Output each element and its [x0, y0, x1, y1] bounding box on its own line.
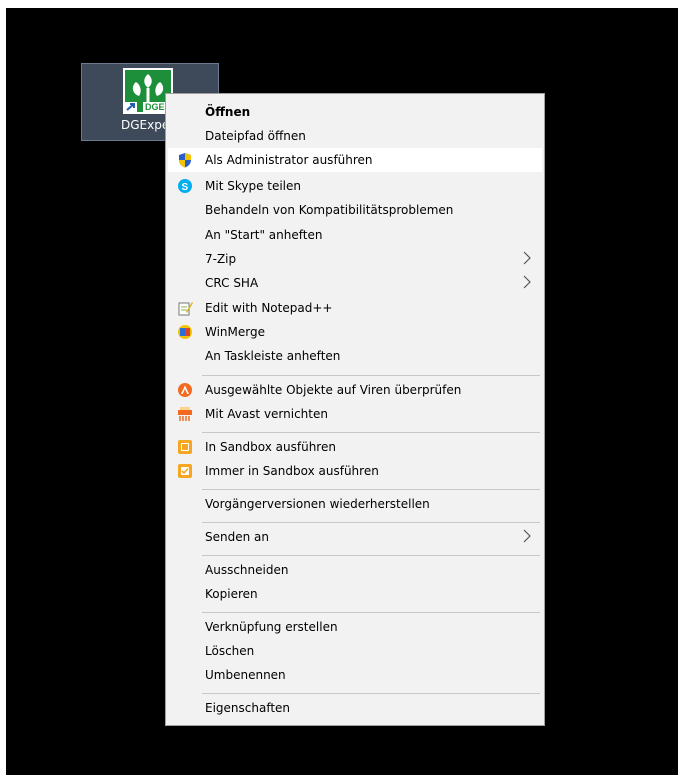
menu-item-dateipfad-oeffnen[interactable]: Dateipfad öffnen: [168, 124, 542, 148]
menu-item-7zip[interactable]: 7-Zip: [168, 247, 542, 271]
menu-item-label: Löschen: [205, 644, 255, 658]
menu-item-label: WinMerge: [205, 325, 265, 339]
chevron-right-icon: [523, 529, 531, 543]
menu-separator: [202, 432, 540, 433]
menu-item-label: Verknüpfung erstellen: [205, 620, 338, 634]
sandbox-icon: [178, 440, 192, 454]
shredder-icon: [178, 407, 192, 421]
menu-item-label: Als Administrator ausführen: [205, 153, 373, 167]
menu-item-vorgaengerversionen[interactable]: Vorgängerversionen wiederherstellen: [168, 492, 542, 516]
menu-item-avast-vernichten[interactable]: Mit Avast vernichten: [168, 402, 542, 426]
menu-item-als-administrator[interactable]: Als Administrator ausführen: [168, 148, 542, 172]
chevron-right-icon: [523, 275, 531, 289]
sandbox-check-icon: [178, 464, 192, 478]
menu-item-label: In Sandbox ausführen: [205, 440, 336, 454]
menu-item-label: CRC SHA: [205, 276, 259, 290]
menu-item-label: Umbenennen: [205, 668, 286, 682]
notepadpp-icon: [178, 302, 193, 316]
menu-item-label: Kopieren: [205, 587, 258, 601]
menu-item-an-taskleiste[interactable]: An Taskleiste anheften: [168, 344, 542, 368]
menu-item-crc-sha[interactable]: CRC SHA: [168, 271, 542, 295]
uac-shield-icon: [179, 153, 191, 168]
menu-item-label: Edit with Notepad++: [205, 301, 333, 315]
menu-item-ausschneiden[interactable]: Ausschneiden: [168, 558, 542, 582]
menu-item-kopieren[interactable]: Kopieren: [168, 582, 542, 606]
menu-item-oeffnen[interactable]: Öffnen: [168, 100, 542, 124]
context-menu[interactable]: Öffnen Dateipfad öffnen Als Administrato…: [165, 93, 545, 726]
menu-separator: [202, 612, 540, 613]
skype-icon: S: [178, 179, 192, 193]
avast-icon: [178, 383, 192, 397]
menu-item-label: An "Start" anheften: [205, 228, 323, 242]
menu-item-loeschen[interactable]: Löschen: [168, 639, 542, 663]
menu-item-eigenschaften[interactable]: Eigenschaften: [168, 696, 542, 720]
menu-item-label: Senden an: [205, 530, 269, 544]
desktop-icon-label: DGExpe: [121, 118, 170, 132]
chevron-right-icon: [523, 251, 531, 265]
menu-item-label: Eigenschaften: [205, 701, 291, 715]
svg-text:S: S: [182, 182, 189, 193]
menu-separator: [202, 693, 540, 694]
menu-separator: [202, 489, 540, 490]
menu-item-label: Ausschneiden: [205, 563, 289, 577]
menu-item-immer-sandbox[interactable]: Immer in Sandbox ausführen: [168, 459, 542, 483]
menu-item-umbenennen[interactable]: Umbenennen: [168, 663, 542, 687]
menu-item-kompatibilitaet[interactable]: Behandeln von Kompatibilitätsproblemen: [168, 198, 542, 222]
menu-item-avast-scan[interactable]: Ausgewählte Objekte auf Viren überprüfen: [168, 378, 542, 402]
menu-item-senden-an[interactable]: Senden an: [168, 525, 542, 549]
menu-item-label: An Taskleiste anheften: [205, 349, 341, 363]
menu-item-label: Ausgewählte Objekte auf Viren überprüfen: [205, 383, 462, 397]
menu-item-mit-skype-teilen[interactable]: S Mit Skype teilen: [168, 174, 542, 198]
winmerge-icon: [178, 325, 192, 339]
menu-item-in-sandbox[interactable]: In Sandbox ausführen: [168, 435, 542, 459]
menu-item-label: 7-Zip: [205, 252, 237, 266]
menu-item-label: Behandeln von Kompatibilitätsproblemen: [205, 203, 454, 217]
menu-item-edit-notepadpp[interactable]: Edit with Notepad++: [168, 296, 542, 320]
svg-text:DGE: DGE: [145, 102, 165, 112]
menu-item-label: Dateipfad öffnen: [205, 129, 306, 143]
menu-item-an-start-anheften[interactable]: An "Start" anheften: [168, 223, 542, 247]
menu-separator: [202, 375, 540, 376]
menu-item-label: Mit Skype teilen: [205, 179, 302, 193]
menu-item-label: Mit Avast vernichten: [205, 407, 328, 421]
menu-separator: [202, 555, 540, 556]
menu-item-verknuepfung-erstellen[interactable]: Verknüpfung erstellen: [168, 615, 542, 639]
menu-separator: [202, 522, 540, 523]
menu-item-label: Immer in Sandbox ausführen: [205, 464, 379, 478]
menu-item-label: Vorgängerversionen wiederherstellen: [205, 497, 430, 511]
menu-item-label: Öffnen: [205, 105, 251, 119]
menu-item-winmerge[interactable]: WinMerge: [168, 320, 542, 344]
